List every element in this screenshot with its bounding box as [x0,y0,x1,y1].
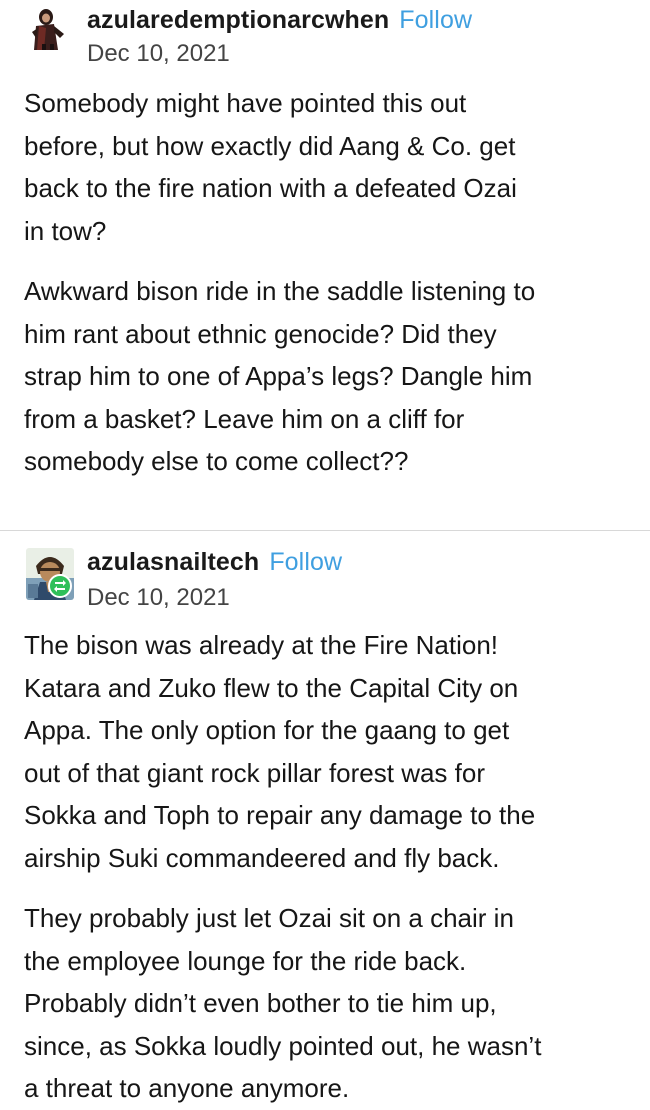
username-text[interactable]: azulasnailtech [87,548,259,576]
follow-button[interactable]: Follow [269,548,342,576]
post-paragraph: Somebody might have pointed this out bef… [24,88,517,246]
post-paragraph: They probably just let Ozai sit on a cha… [24,903,542,1103]
post-body: The bison was already at the Fire Nation… [24,624,634,1110]
post-paragraph: Awkward bison ride in the saddle listeni… [24,276,536,476]
post-paragraph: The bison was already at the Fire Nation… [24,630,536,873]
post-body: Somebody might have pointed this out bef… [24,82,634,501]
reblog-badge-icon [48,574,72,598]
username-text[interactable]: azularedemptionarcwhen [87,6,389,34]
avatar-dark-figure-icon[interactable] [24,4,72,52]
post-2: azulasnailtech Follow Dec 10, 2021 The bi… [0,530,650,1103]
post-date: Dec 10, 2021 [87,40,230,67]
post-header: azularedemptionarcwhen Follow Dec 10, 202… [0,0,650,72]
post-1: azularedemptionarcwhen Follow Dec 10, 202… [0,0,650,476]
post-header: azulasnailtech Follow Dec 10, 2021 [0,530,650,611]
username[interactable]: azulasnailtech Follow [87,548,342,577]
username[interactable]: azularedemptionarcwhen Follow [87,6,472,35]
post-date: Dec 10, 2021 [87,584,230,611]
follow-button[interactable]: Follow [399,6,472,34]
